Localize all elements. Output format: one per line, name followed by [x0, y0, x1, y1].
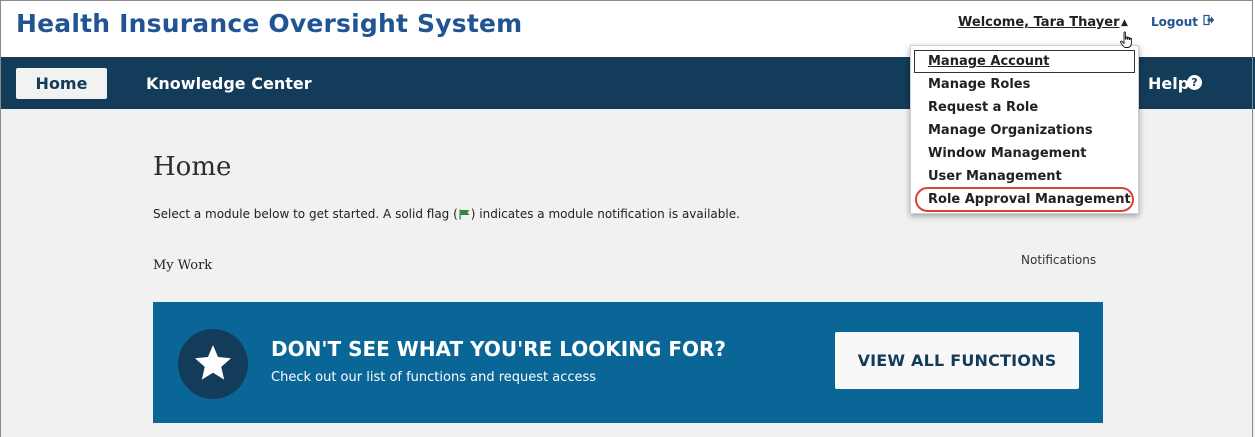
menu-item-manage-roles[interactable]: Manage Roles	[911, 73, 1138, 96]
view-functions-banner: DON'T SEE WHAT YOU'RE LOOKING FOR? Check…	[153, 302, 1103, 423]
menu-item-request-role[interactable]: Request a Role	[911, 96, 1138, 119]
menu-item-label: Manage Account	[928, 54, 1050, 69]
star-badge	[178, 329, 248, 399]
menu-item-window-management[interactable]: Window Management	[911, 142, 1138, 165]
caret-up-icon[interactable]: ▲	[1121, 18, 1128, 28]
menu-item-label: Manage Roles	[928, 77, 1031, 92]
menu-item-label: Window Management	[928, 146, 1087, 161]
notifications-link[interactable]: Notifications	[1021, 253, 1096, 267]
nav-knowledge-center[interactable]: Knowledge Center	[146, 74, 312, 93]
question-circle-icon[interactable]: ?	[1187, 75, 1202, 90]
logout-icon[interactable]	[1203, 14, 1215, 26]
banner-subtext: Check out our list of functions and requ…	[271, 370, 597, 385]
menu-item-role-approval-management[interactable]: Role Approval Management	[911, 188, 1138, 211]
menu-item-manage-account[interactable]: Manage Account	[914, 50, 1135, 73]
my-work-heading: My Work	[153, 258, 213, 273]
view-all-functions-button[interactable]: VIEW ALL FUNCTIONS	[835, 332, 1079, 389]
logout-link[interactable]: Logout	[1151, 15, 1198, 29]
banner-heading: DON'T SEE WHAT YOU'RE LOOKING FOR?	[271, 337, 727, 361]
site-title[interactable]: Health Insurance Oversight System	[16, 9, 522, 38]
hand-pointer-icon	[1120, 31, 1132, 48]
intro-text-after: ) indicates a module notification is ava…	[470, 207, 740, 221]
intro-text-before: Select a module below to get started. A …	[153, 207, 458, 221]
user-menu-toggle[interactable]: Welcome, Tara Thayer	[958, 15, 1119, 30]
menu-item-label: Role Approval Management	[928, 192, 1131, 207]
page-title: Home	[153, 152, 232, 182]
user-dropdown-menu: Manage Account Manage Roles Request a Ro…	[910, 45, 1139, 214]
intro-text: Select a module below to get started. A …	[153, 207, 740, 221]
nav-home-tab[interactable]: Home	[16, 68, 107, 99]
nav-home-label: Home	[35, 74, 88, 93]
nav-help[interactable]: Help	[1148, 74, 1189, 93]
flag-icon	[459, 209, 470, 220]
menu-item-label: Manage Organizations	[928, 123, 1093, 138]
menu-item-label: User Management	[928, 169, 1062, 184]
menu-item-manage-organizations[interactable]: Manage Organizations	[911, 119, 1138, 142]
menu-item-user-management[interactable]: User Management	[911, 165, 1138, 188]
star-icon	[194, 345, 232, 380]
menu-item-label: Request a Role	[928, 100, 1039, 115]
